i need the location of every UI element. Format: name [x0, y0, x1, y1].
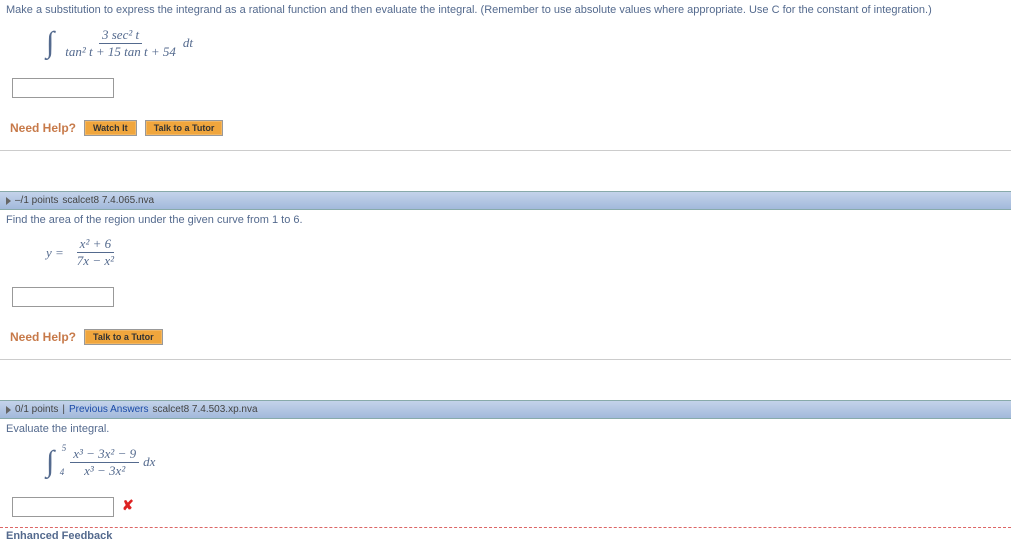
- help-label: Need Help?: [10, 330, 76, 344]
- question-2: Find the area of the region under the gi…: [0, 210, 1011, 325]
- integral-sign: ∫: [46, 26, 54, 60]
- separator: |: [62, 404, 65, 415]
- numerator: x² + 6: [77, 236, 114, 253]
- curve-expression: y = x² + 6 7x − x²: [6, 232, 1005, 279]
- question-1: Make a substitution to express the integ…: [0, 0, 1011, 116]
- denominator: tan² t + 15 tan t + 54: [62, 44, 179, 60]
- expand-toggle-icon[interactable]: [6, 197, 11, 205]
- integral-expression: ∫ 3 sec² t tan² t + 15 tan t + 54 dt: [6, 22, 1005, 70]
- help-row: Need Help? Watch It Talk to a Tutor: [0, 116, 1011, 151]
- question-prompt: Evaluate the integral.: [6, 423, 1005, 435]
- question-ref: scalcet8 7.4.065.nva: [62, 195, 154, 206]
- differential: dx: [143, 454, 155, 470]
- lhs: y =: [46, 245, 64, 261]
- talk-to-tutor-button[interactable]: Talk to a Tutor: [145, 120, 224, 136]
- fraction: 3 sec² t tan² t + 15 tan t + 54: [62, 27, 179, 60]
- section-header-2[interactable]: –/1 points scalcet8 7.4.065.nva: [0, 191, 1011, 210]
- section-header-3[interactable]: 0/1 points | Previous Answers scalcet8 7…: [0, 400, 1011, 419]
- talk-to-tutor-button[interactable]: Talk to a Tutor: [84, 329, 163, 345]
- upper-bound: 5: [62, 443, 67, 453]
- answer-input[interactable]: [12, 497, 114, 517]
- watch-it-button[interactable]: Watch It: [84, 120, 137, 136]
- numerator: x³ − 3x² − 9: [70, 446, 139, 463]
- help-row: Need Help? Talk to a Tutor: [0, 325, 1011, 360]
- differential: dt: [183, 35, 193, 51]
- numerator: 3 sec² t: [99, 27, 142, 44]
- integral-bounds: ∫ 5 4: [46, 445, 58, 479]
- answer-input[interactable]: [12, 78, 114, 98]
- help-label: Need Help?: [10, 121, 76, 135]
- question-prompt: Make a substitution to express the integ…: [6, 4, 1005, 16]
- question-prompt: Find the area of the region under the gi…: [6, 214, 1005, 226]
- question-ref: scalcet8 7.4.503.xp.nva: [152, 404, 257, 415]
- enhanced-feedback-label: Enhanced Feedback: [0, 528, 1011, 544]
- points-label: 0/1 points: [15, 404, 58, 415]
- incorrect-icon: ✘: [122, 497, 134, 514]
- integral-sign: ∫: [46, 445, 54, 478]
- integral-expression: ∫ 5 4 x³ − 3x² − 9 x³ − 3x² dx: [6, 441, 1005, 489]
- expand-toggle-icon[interactable]: [6, 406, 11, 414]
- question-3: Evaluate the integral. ∫ 5 4 x³ − 3x² − …: [0, 419, 1011, 525]
- points-label: –/1 points: [15, 195, 58, 206]
- previous-answers-link[interactable]: Previous Answers: [69, 404, 148, 415]
- lower-bound: 4: [60, 467, 65, 477]
- denominator: 7x − x²: [74, 253, 117, 269]
- answer-input[interactable]: [12, 287, 114, 307]
- fraction: x² + 6 7x − x²: [74, 236, 117, 269]
- denominator: x³ − 3x²: [81, 463, 128, 479]
- fraction: x³ − 3x² − 9 x³ − 3x²: [70, 446, 139, 479]
